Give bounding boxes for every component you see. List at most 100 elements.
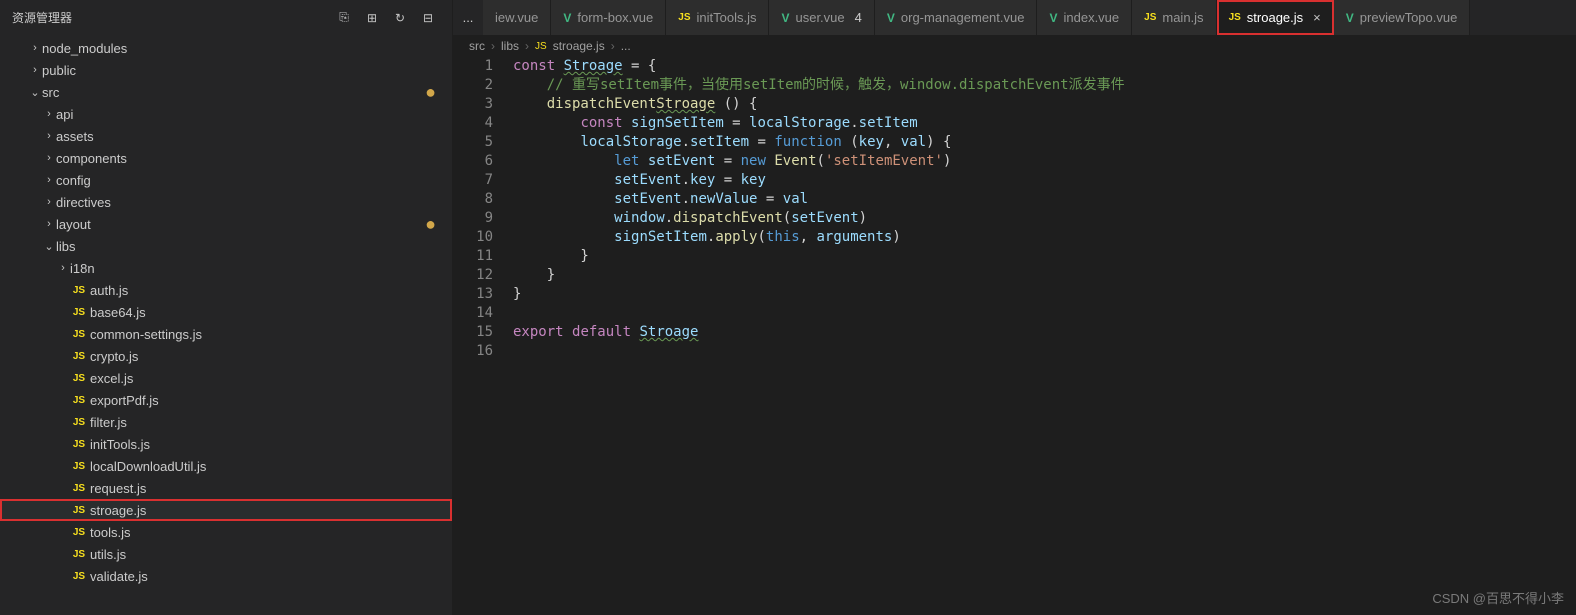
- chevron-icon: ⌄: [42, 240, 56, 253]
- js-icon: JS: [70, 417, 88, 428]
- file-item[interactable]: JSexcel.js: [0, 367, 452, 389]
- editor-tab[interactable]: Vorg-management.vue: [875, 0, 1038, 35]
- folder-item[interactable]: ›node_modules: [0, 37, 452, 59]
- line-number: 4: [453, 114, 493, 133]
- new-file-icon[interactable]: ⎘: [336, 10, 352, 26]
- close-icon[interactable]: ×: [1313, 10, 1321, 25]
- editor-area: ... iew.vueVform-box.vueJSinitTools.jsVu…: [453, 0, 1576, 615]
- line-number: 13: [453, 285, 493, 304]
- folder-item[interactable]: ›layout●: [0, 213, 452, 235]
- breadcrumb-part[interactable]: stroage.js: [553, 39, 605, 53]
- folder-item[interactable]: ›api: [0, 103, 452, 125]
- js-icon: JS: [70, 549, 88, 560]
- tree-label: directives: [56, 195, 452, 210]
- tree-label: base64.js: [90, 305, 452, 320]
- file-item[interactable]: JScrypto.js: [0, 345, 452, 367]
- tab-overflow-icon[interactable]: ...: [453, 10, 483, 25]
- vue-icon: V: [781, 11, 789, 25]
- editor-tab[interactable]: JSstroage.js×: [1217, 0, 1334, 35]
- js-icon: JS: [70, 439, 88, 450]
- folder-item[interactable]: ›public: [0, 59, 452, 81]
- js-icon: JS: [70, 329, 88, 340]
- line-number: 15: [453, 323, 493, 342]
- file-item[interactable]: JSinitTools.js: [0, 433, 452, 455]
- refresh-icon[interactable]: ↻: [392, 10, 408, 26]
- breadcrumb-sep-icon: ›: [491, 39, 495, 53]
- modified-dot-icon: ●: [425, 82, 452, 103]
- file-item[interactable]: JSexportPdf.js: [0, 389, 452, 411]
- tab-label: stroage.js: [1247, 10, 1303, 25]
- file-item[interactable]: JSfilter.js: [0, 411, 452, 433]
- modified-dot-icon: ●: [425, 214, 452, 235]
- tree-label: src: [42, 85, 425, 100]
- file-item[interactable]: JSutils.js: [0, 543, 452, 565]
- file-item[interactable]: JSbase64.js: [0, 301, 452, 323]
- file-item[interactable]: JSauth.js: [0, 279, 452, 301]
- folder-item[interactable]: ⌄src●: [0, 81, 452, 103]
- editor-tab[interactable]: iew.vue: [483, 0, 551, 35]
- js-icon: JS: [70, 571, 88, 582]
- vue-icon: V: [887, 11, 895, 25]
- js-icon: JS: [70, 483, 88, 494]
- line-number: 1: [453, 57, 493, 76]
- explorer-actions: ⎘ ⊞ ↻ ⊟: [336, 10, 440, 26]
- file-item[interactable]: JScommon-settings.js: [0, 323, 452, 345]
- breadcrumb[interactable]: src › libs › JS stroage.js › ...: [453, 35, 1576, 57]
- chevron-icon: ›: [42, 218, 56, 230]
- tree-label: i18n: [70, 261, 452, 276]
- tab-label: user.vue: [795, 10, 844, 25]
- tree-label: assets: [56, 129, 452, 144]
- editor-tab[interactable]: Vform-box.vue: [551, 0, 666, 35]
- folder-item[interactable]: ›directives: [0, 191, 452, 213]
- watermark: CSDN @百思不得小李: [1432, 588, 1564, 607]
- folder-item[interactable]: ›config: [0, 169, 452, 191]
- tree-label: initTools.js: [90, 437, 452, 452]
- file-item[interactable]: JSlocalDownloadUtil.js: [0, 455, 452, 477]
- editor-tab[interactable]: JSinitTools.js: [666, 0, 769, 35]
- editor-tab[interactable]: Vindex.vue: [1037, 0, 1132, 35]
- tree-label: localDownloadUtil.js: [90, 459, 452, 474]
- new-folder-icon[interactable]: ⊞: [364, 10, 380, 26]
- collapse-icon[interactable]: ⊟: [420, 10, 436, 26]
- tree-label: libs: [56, 239, 452, 254]
- folder-item[interactable]: ›components: [0, 147, 452, 169]
- chevron-icon: ›: [42, 108, 56, 120]
- code-content[interactable]: const Stroage = { // 重写setItem事件，当使用setI…: [513, 57, 1576, 615]
- chevron-icon: ›: [42, 174, 56, 186]
- js-icon: JS: [70, 373, 88, 384]
- breadcrumb-part[interactable]: ...: [621, 39, 631, 53]
- folder-item[interactable]: ›assets: [0, 125, 452, 147]
- line-number: 10: [453, 228, 493, 247]
- tab-label: main.js: [1162, 10, 1203, 25]
- breadcrumb-part[interactable]: libs: [501, 39, 519, 53]
- editor-tab[interactable]: Vuser.vue4: [769, 0, 874, 35]
- tree-label: components: [56, 151, 452, 166]
- file-item[interactable]: JStools.js: [0, 521, 452, 543]
- editor-tab[interactable]: VpreviewTopo.vue: [1334, 0, 1471, 35]
- code-editor[interactable]: 12345678910111213141516 const Stroage = …: [453, 57, 1576, 615]
- file-item[interactable]: JSvalidate.js: [0, 565, 452, 587]
- breadcrumb-part[interactable]: src: [469, 39, 485, 53]
- line-number: 8: [453, 190, 493, 209]
- line-number: 12: [453, 266, 493, 285]
- js-icon: JS: [535, 41, 547, 52]
- chevron-icon: ›: [28, 64, 42, 76]
- editor-tab[interactable]: JS main.js: [1132, 0, 1216, 35]
- js-icon: JS: [70, 461, 88, 472]
- js-icon: JS: [70, 505, 88, 516]
- line-number: 14: [453, 304, 493, 323]
- tree-label: api: [56, 107, 452, 122]
- line-number: 6: [453, 152, 493, 171]
- breadcrumb-sep-icon: ›: [525, 39, 529, 53]
- line-number: 5: [453, 133, 493, 152]
- file-tree[interactable]: ›node_modules›public⌄src●›api›assets›com…: [0, 35, 452, 615]
- tree-label: excel.js: [90, 371, 452, 386]
- tab-label: form-box.vue: [577, 10, 653, 25]
- line-number: 7: [453, 171, 493, 190]
- file-item[interactable]: JSstroage.js: [0, 499, 452, 521]
- folder-item[interactable]: ⌄libs: [0, 235, 452, 257]
- tab-bar[interactable]: ... iew.vueVform-box.vueJSinitTools.jsVu…: [453, 0, 1576, 35]
- js-icon: JS: [1144, 12, 1156, 23]
- folder-item[interactable]: ›i18n: [0, 257, 452, 279]
- file-item[interactable]: JSrequest.js: [0, 477, 452, 499]
